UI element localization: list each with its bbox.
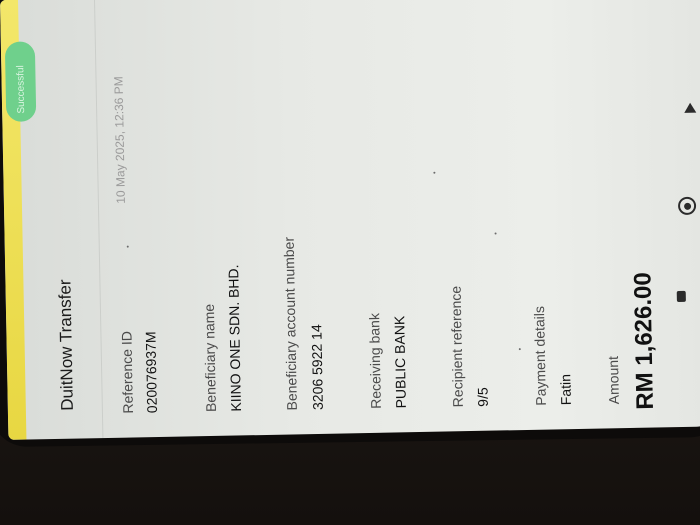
beneficiary-account-value: 3206 5922 14	[308, 324, 326, 411]
amount-label: Amount	[604, 355, 622, 405]
beneficiary-name-label: Beneficiary name	[200, 303, 219, 413]
recipient-reference-value: 9/5	[474, 387, 491, 407]
screen-speck	[126, 245, 129, 248]
recipient-reference-label: Recipient reference	[447, 285, 466, 408]
payment-details-value: Fatin	[557, 373, 574, 406]
amount-value: RM 1,626.00	[629, 272, 659, 410]
phone-screen: Successful 10 May 2025, 12:36 PM DuitNow…	[0, 0, 700, 440]
recent-apps-icon[interactable]	[676, 290, 686, 303]
beneficiary-account-label: Beneficiary account number	[280, 236, 300, 411]
screen-speck	[518, 348, 521, 351]
screen-speck	[494, 232, 497, 235]
status-badge: Successful	[4, 41, 37, 122]
payment-details-label: Payment details	[530, 305, 549, 406]
reference-id-value: 020076937M	[142, 331, 160, 414]
back-icon[interactable]	[684, 102, 697, 113]
photo-scene: Successful 10 May 2025, 12:36 PM DuitNow…	[0, 0, 700, 525]
title-divider	[93, 0, 104, 439]
receiving-bank-value: PUBLIC BANK	[391, 315, 409, 409]
reference-id-label: Reference ID	[118, 330, 136, 414]
status-badge-label: Successful	[15, 65, 28, 114]
page-title: DuitNow Transfer	[55, 279, 77, 411]
screen-speck	[433, 171, 436, 174]
receiving-bank-label: Receiving bank	[366, 312, 384, 410]
beneficiary-name-value: KIINO ONE SDN. BHD.	[225, 264, 244, 412]
home-icon[interactable]	[677, 196, 697, 216]
transaction-date: 10 May 2025, 12:36 PM	[111, 76, 128, 204]
